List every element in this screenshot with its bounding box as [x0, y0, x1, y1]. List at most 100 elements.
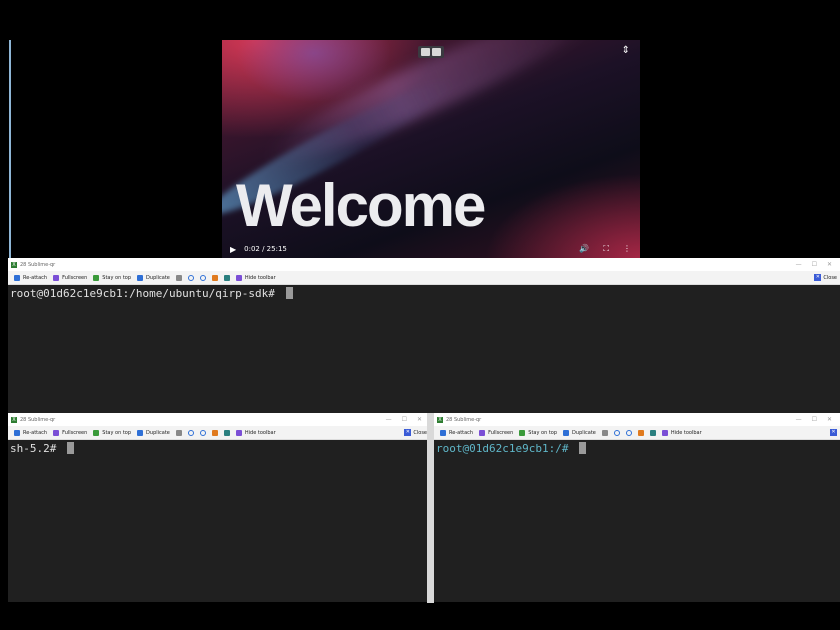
close-window-icon[interactable]: ✕: [827, 261, 832, 268]
video-player[interactable]: ⇕ Welcome ▶ 0:02 / 25:15 🔊 ⛶ ⋮: [222, 40, 640, 258]
close-icon: ✕: [814, 274, 822, 281]
zoom-out-button[interactable]: [199, 274, 206, 281]
toolbar: Re-attach Fullscreen Stay on top Duplica…: [8, 271, 840, 285]
zoom-out-icon: [199, 274, 206, 281]
fullscreen-button[interactable]: Fullscreen: [53, 429, 87, 436]
zoom-in-icon: [187, 429, 194, 436]
window-title: 28 Sublime-qr: [20, 416, 56, 423]
pane-separator[interactable]: [427, 413, 434, 603]
terminal-prompt: sh-5.2#: [10, 442, 63, 455]
calendar-button[interactable]: [637, 429, 644, 436]
stay-on-top-button[interactable]: Stay on top: [93, 274, 131, 281]
fullscreen-icon: [53, 274, 60, 281]
keyboard-button[interactable]: [223, 429, 230, 436]
chart-icon: [175, 274, 182, 281]
stay-on-top-button[interactable]: Stay on top: [519, 429, 557, 436]
keyboard-button[interactable]: [649, 429, 656, 436]
more-options-icon[interactable]: ⋮: [623, 244, 631, 254]
reattach-icon: [14, 274, 20, 281]
app-icon: X: [11, 261, 17, 268]
stay-on-top-button[interactable]: Stay on top: [93, 429, 131, 436]
close-button[interactable]: ✕: [830, 429, 837, 436]
close-button[interactable]: ✕ Close: [814, 274, 837, 281]
zoom-in-button[interactable]: [613, 429, 620, 436]
terminal-output[interactable]: sh-5.2#: [8, 440, 430, 602]
window-titlebar: X 28 Sublime-qr — ☐ ✕: [8, 413, 430, 426]
play-icon[interactable]: ▶: [230, 245, 236, 254]
fullscreen-icon[interactable]: ⛶: [603, 244, 609, 254]
hide-toolbar-button[interactable]: Hide toolbar: [661, 429, 702, 436]
duplicate-button[interactable]: Duplicate: [137, 429, 170, 436]
reattach-button[interactable]: Re-attach: [14, 429, 47, 436]
terminal-cursor: [66, 442, 74, 454]
fullscreen-button[interactable]: Fullscreen: [479, 429, 513, 436]
maximize-icon[interactable]: ☐: [812, 261, 817, 268]
pin-icon: [93, 274, 100, 281]
video-time: 0:02 / 25:15: [244, 245, 287, 253]
fullscreen-button[interactable]: Fullscreen: [53, 274, 87, 281]
keyboard-icon: [223, 274, 230, 281]
window-title: 28 Sublime-qr: [446, 416, 482, 423]
toolbar: Re-attach Fullscreen Stay on top Duplica…: [8, 426, 430, 440]
calendar-icon: [637, 429, 644, 436]
terminal-output[interactable]: root@01d62c1e9cb1:/#: [434, 440, 840, 602]
window-titlebar: X 28 Sublime-qr — ☐ ✕: [8, 258, 840, 271]
zoom-out-button[interactable]: [199, 429, 206, 436]
close-window-icon[interactable]: ✕: [827, 416, 832, 423]
terminal-window-bottom-left[interactable]: X 28 Sublime-qr — ☐ ✕ Re-attach Fullscreen…: [8, 413, 430, 602]
window-title: 28 Sublime-qr: [20, 261, 56, 268]
terminal-window-bottom-right[interactable]: X 28 Sublime-qr — ☐ ✕ Re-attach Fullscreen…: [434, 413, 840, 602]
duplicate-button[interactable]: Duplicate: [137, 274, 170, 281]
maximize-icon[interactable]: ☐: [812, 416, 817, 423]
calendar-button[interactable]: [211, 274, 218, 281]
pin-icon: [519, 429, 526, 436]
fullscreen-icon: [53, 429, 60, 436]
zoom-in-button[interactable]: [187, 429, 194, 436]
calendar-icon: [211, 429, 218, 436]
minimize-icon[interactable]: —: [796, 261, 802, 268]
close-icon: ✕: [830, 429, 837, 436]
chart-button[interactable]: [175, 429, 182, 436]
zoom-out-icon: [199, 429, 206, 436]
minimize-icon[interactable]: —: [386, 416, 392, 423]
terminal-output[interactable]: root@01d62c1e9cb1:/home/ubuntu/qirp-sdk#: [8, 285, 840, 413]
close-window-icon[interactable]: ✕: [417, 416, 422, 423]
calendar-button[interactable]: [211, 429, 218, 436]
chart-icon: [175, 429, 182, 436]
minimize-icon[interactable]: —: [796, 416, 802, 423]
app-icon: X: [11, 416, 17, 423]
close-button[interactable]: ✕ Close: [404, 429, 427, 436]
hide-toolbar-button[interactable]: Hide toolbar: [235, 429, 276, 436]
pin-icon: [93, 429, 100, 436]
reattach-button[interactable]: Re-attach: [440, 429, 473, 436]
duplicate-button[interactable]: Duplicate: [563, 429, 596, 436]
volume-icon[interactable]: 🔊: [579, 244, 589, 254]
chart-button[interactable]: [175, 274, 182, 281]
zoom-in-icon: [187, 274, 194, 281]
picture-in-picture-buttons[interactable]: [418, 46, 444, 58]
reattach-button[interactable]: Re-attach: [14, 274, 47, 281]
chart-button[interactable]: [601, 429, 608, 436]
zoom-out-icon: [625, 429, 632, 436]
terminal-prompt: root@01d62c1e9cb1:/home/ubuntu/qirp-sdk#: [10, 287, 282, 300]
edge-line: [9, 40, 11, 258]
terminal-cursor: [579, 442, 587, 454]
lightning-icon: [661, 429, 668, 436]
reattach-icon: [440, 429, 446, 436]
hide-toolbar-button[interactable]: Hide toolbar: [235, 274, 276, 281]
keyboard-button[interactable]: [223, 274, 230, 281]
calendar-icon: [211, 274, 218, 281]
window-titlebar: X 28 Sublime-qr — ☐ ✕: [434, 413, 840, 426]
zoom-in-icon: [613, 429, 620, 436]
terminal-window-top[interactable]: X 28 Sublime-qr — ☐ ✕ Re-attach Fullscreen…: [8, 258, 840, 413]
zoom-out-button[interactable]: [625, 429, 632, 436]
duplicate-icon: [137, 429, 144, 436]
app-icon: X: [437, 416, 443, 423]
keyboard-icon: [649, 429, 656, 436]
close-icon: ✕: [404, 429, 412, 436]
maximize-icon[interactable]: ☐: [402, 416, 407, 423]
sort-icon[interactable]: ⇕: [622, 45, 630, 56]
lightning-icon: [235, 429, 242, 436]
zoom-in-button[interactable]: [187, 274, 194, 281]
lightning-icon: [235, 274, 242, 281]
